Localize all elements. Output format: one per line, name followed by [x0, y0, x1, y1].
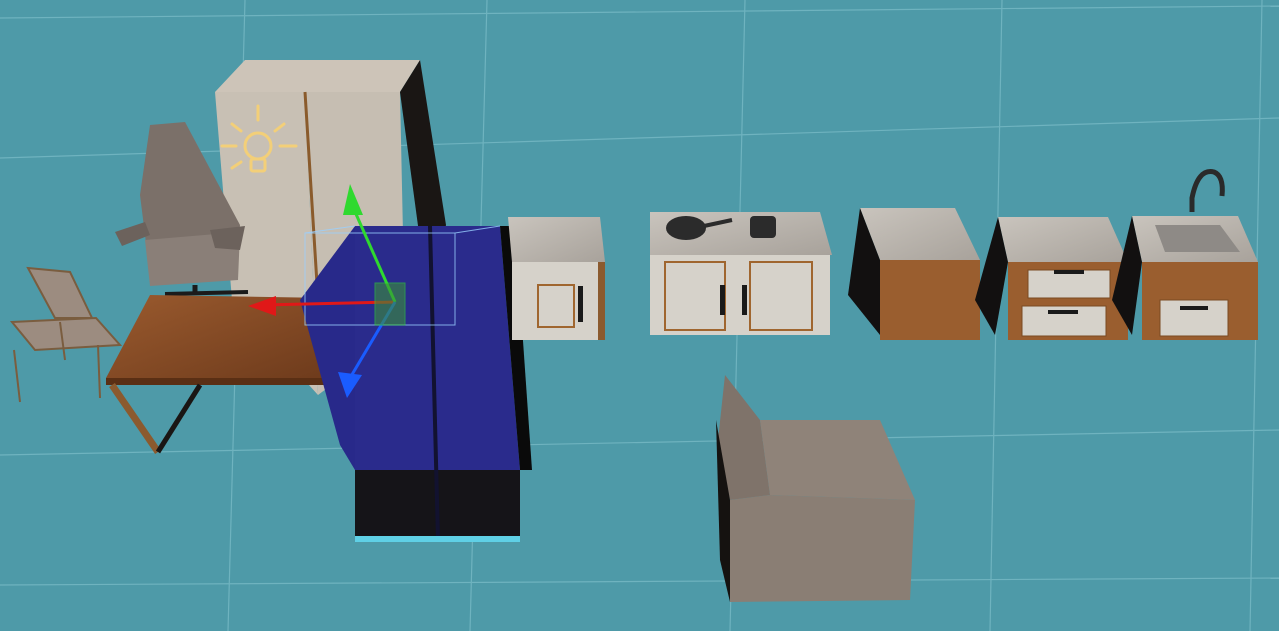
drawer-cabinet[interactable] [975, 217, 1128, 340]
wooden-table[interactable] [106, 295, 330, 454]
scene-viewport[interactable] [0, 0, 1279, 631]
refrigerator-selected[interactable] [300, 225, 532, 542]
gizmo-plane-handle[interactable] [374, 282, 406, 326]
scene-canvas[interactable] [0, 0, 1279, 631]
armchair[interactable] [716, 375, 915, 602]
sink-cabinet[interactable] [1112, 169, 1258, 340]
base-cabinet-double-door[interactable] [508, 217, 605, 340]
faucet-icon [1189, 169, 1225, 212]
dining-chair[interactable] [9, 266, 123, 403]
pot-icon [750, 216, 776, 238]
stove-cabinet[interactable] [650, 212, 832, 335]
corner-cabinet[interactable] [848, 208, 980, 340]
frying-pan-icon [666, 216, 706, 240]
